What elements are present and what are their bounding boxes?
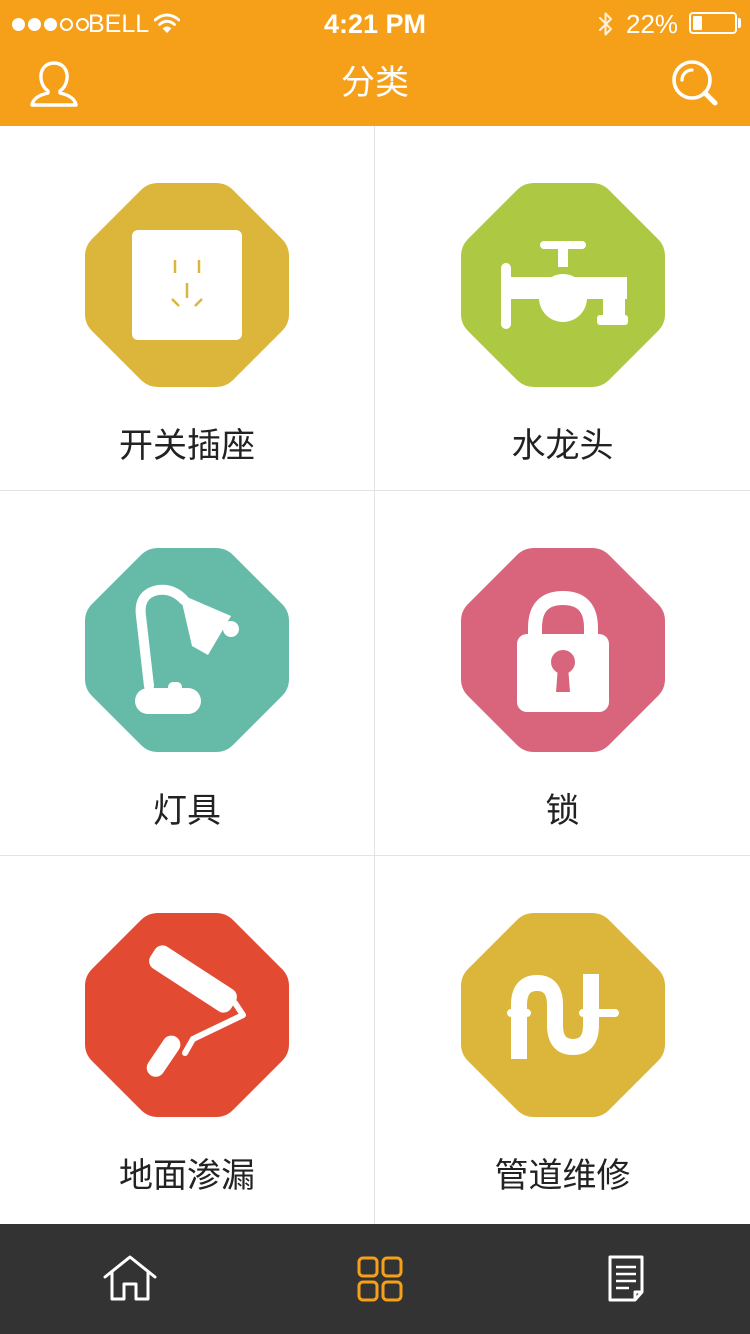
status-bar: BELL 4:21 PM 22% — [0, 0, 750, 48]
battery-tip — [738, 18, 741, 28]
document-icon — [608, 1255, 644, 1302]
pipe-icon — [506, 974, 619, 1059]
category-pipe-repair[interactable]: 管道维修 — [375, 856, 750, 1224]
padlock-icon — [516, 590, 609, 712]
top-bar: BELL 4:21 PM 22% 分类 — [0, 0, 750, 126]
battery-percent: 22% — [626, 9, 679, 39]
power-socket-icon — [132, 230, 242, 340]
category-label: 灯具 — [153, 791, 221, 831]
category-label: 开关插座 — [119, 426, 255, 466]
app-screen: BELL 4:21 PM 22% 分类 开关插座 水龙头 灯具 锁 地面渗漏 管… — [0, 0, 750, 1334]
paint-roller-icon — [146, 945, 246, 1077]
search-button[interactable] — [670, 58, 720, 108]
category-floor-leakage[interactable]: 地面渗漏 — [0, 856, 375, 1224]
search-icon — [672, 60, 718, 106]
home-icon — [103, 1255, 157, 1301]
category-lock[interactable]: 锁 — [375, 491, 750, 856]
tab-orders[interactable] — [602, 1254, 658, 1304]
category-badge — [459, 546, 667, 754]
tab-categories[interactable] — [355, 1254, 411, 1304]
category-badge — [83, 911, 291, 1119]
battery-level — [693, 16, 702, 30]
category-switch-socket[interactable]: 开关插座 — [0, 126, 375, 491]
tab-home[interactable] — [102, 1254, 158, 1304]
category-label: 管道维修 — [494, 1156, 631, 1196]
category-label: 锁 — [545, 791, 580, 831]
grid-icon — [357, 1256, 403, 1302]
category-badge — [83, 181, 291, 389]
category-lamp[interactable]: 灯具 — [0, 491, 375, 856]
desk-lamp-icon — [135, 584, 239, 714]
category-badge — [459, 181, 667, 389]
category-badge — [83, 546, 291, 754]
category-badge — [459, 911, 667, 1119]
bluetooth-icon — [599, 12, 612, 36]
faucet-icon — [500, 241, 628, 329]
category-label: 地面渗漏 — [119, 1156, 255, 1196]
page-title: 分类 — [341, 63, 409, 103]
battery-icon — [689, 12, 737, 34]
category-grid: 开关插座 水龙头 灯具 锁 地面渗漏 管道维修 — [0, 126, 750, 1224]
category-faucet[interactable]: 水龙头 — [375, 126, 750, 491]
bottom-tab-bar — [0, 1224, 750, 1334]
category-label: 水龙头 — [511, 426, 614, 466]
